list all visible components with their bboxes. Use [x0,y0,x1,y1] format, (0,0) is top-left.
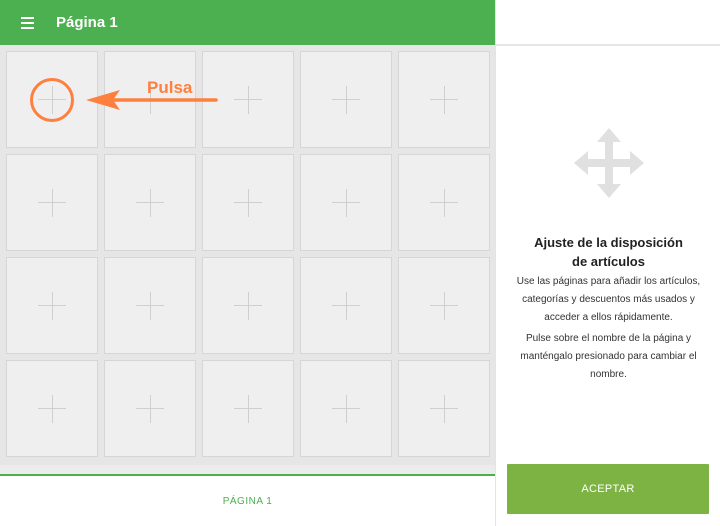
plus-icon [38,394,66,423]
grid-tile[interactable] [104,154,196,251]
grid-tile[interactable] [300,154,392,251]
move-arrows-icon [574,128,644,198]
plus-icon [430,85,458,114]
grid-tile[interactable] [6,360,98,457]
info-panel: Ajuste de la disposición de artículos Us… [495,0,720,526]
grid-tile[interactable] [398,360,490,457]
tab-page-1[interactable]: PÁGINA 1 [223,496,273,507]
divider [496,44,720,46]
plus-icon [234,188,262,217]
grid-tile[interactable] [300,257,392,354]
plus-icon [430,394,458,423]
app-window: Página 1 PÁGINA 1 Pulsa Ajuste de la dis… [0,0,720,526]
grid-tile[interactable] [398,257,490,354]
plus-icon [136,85,164,114]
info-title: Ajuste de la disposición de artículos [516,233,701,271]
plus-icon [234,394,262,423]
grid-tile[interactable] [104,257,196,354]
grid-tile[interactable] [6,51,98,148]
plus-icon [136,188,164,217]
page-title[interactable]: Página 1 [56,14,118,31]
accept-button[interactable]: ACEPTAR [507,464,709,514]
plus-icon [332,394,360,423]
plus-icon [430,188,458,217]
grid-tile[interactable] [104,360,196,457]
grid-tile[interactable] [300,51,392,148]
plus-icon [332,85,360,114]
grid-tile[interactable] [398,154,490,251]
page-tabs: PÁGINA 1 [0,474,495,526]
grid-tile[interactable] [104,51,196,148]
plus-icon [332,188,360,217]
grid-tile[interactable] [6,154,98,251]
grid-tile[interactable] [202,257,294,354]
hamburger-menu-icon[interactable] [13,9,41,37]
plus-icon [234,85,262,114]
info-title-line-1: Ajuste de la disposición [534,235,683,250]
plus-icon [332,291,360,320]
info-paragraph-1: Use las páginas para añadir los artículo… [516,276,701,323]
grid-tile[interactable] [300,360,392,457]
plus-icon [136,291,164,320]
grid-tile[interactable] [398,51,490,148]
plus-icon [38,85,66,114]
plus-icon [38,291,66,320]
info-paragraph-2: Pulse sobre el nombre de la página y man… [520,333,697,380]
plus-icon [234,291,262,320]
item-grid [0,45,495,465]
layout-editor-panel: Página 1 PÁGINA 1 Pulsa [0,0,495,526]
grid-tile[interactable] [202,154,294,251]
plus-icon [136,394,164,423]
info-title-line-2: de artículos [572,254,645,269]
plus-icon [38,188,66,217]
grid-tile[interactable] [202,51,294,148]
plus-icon [430,291,458,320]
top-app-bar: Página 1 [0,0,495,45]
grid-tile[interactable] [202,360,294,457]
grid-tile[interactable] [6,257,98,354]
